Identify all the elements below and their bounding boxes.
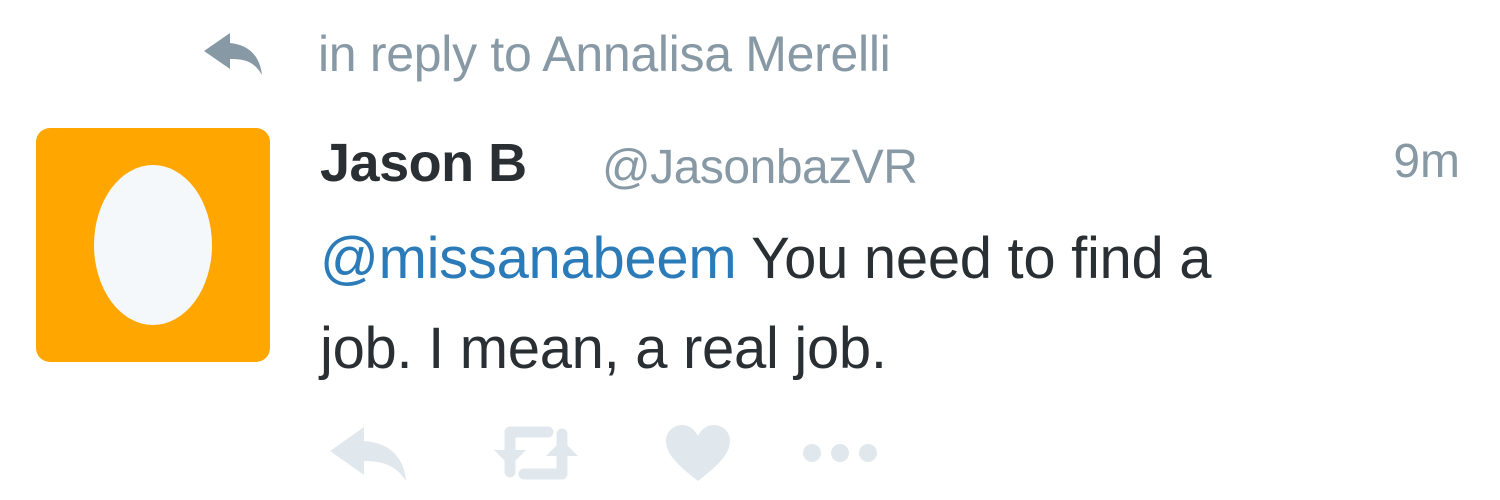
reply-context-text[interactable]: in reply to Annalisa Merelli [318, 25, 891, 83]
retweet-icon [494, 426, 578, 480]
like-button[interactable] [662, 420, 734, 486]
default-egg-avatar-icon [94, 165, 212, 325]
retweet-button[interactable] [490, 420, 582, 486]
tweet-text-line2: job. I mean, a real job. [320, 316, 887, 381]
more-button[interactable] [798, 420, 882, 486]
tweet-actions [326, 418, 882, 488]
reply-button[interactable] [326, 420, 412, 486]
reply-context: in reply to Annalisa Merelli [200, 22, 891, 86]
more-dots-icon [803, 444, 877, 462]
avatar[interactable] [36, 128, 270, 362]
tweet-header: Jason B @JasonbazVR 9m [320, 126, 1460, 202]
mention-link[interactable]: @missanabeem [320, 226, 737, 291]
author-name[interactable]: Jason B [320, 132, 527, 194]
tweet: in reply to Annalisa Merelli Jason B @Ja… [0, 0, 1500, 500]
reply-icon [330, 427, 406, 481]
reply-arrow-icon [200, 29, 266, 79]
heart-icon [666, 425, 730, 481]
tweet-text: @missanabeem You need to find a job. I m… [320, 214, 1460, 394]
tweet-text-line1: You need to find a [736, 226, 1212, 291]
author-handle[interactable]: @JasonbazVR [602, 140, 918, 195]
timestamp[interactable]: 9m [1393, 134, 1460, 189]
